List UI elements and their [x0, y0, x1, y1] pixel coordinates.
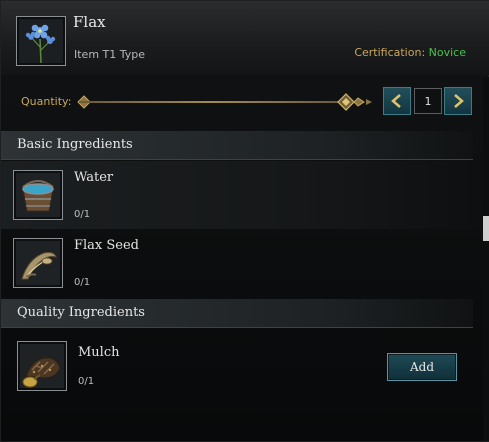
ingredient-row: Water 0/1: [1, 161, 481, 229]
ingredient-row: Flax Seed 0/1: [1, 229, 481, 297]
item-header: Flax Item T1 Type Certification: Novice: [1, 1, 489, 75]
water-bucket-icon: [13, 170, 63, 220]
ingredient-count: 0/1: [74, 277, 91, 288]
ingredient-name: Mulch: [78, 345, 120, 360]
quantity-row: Quantity: 1: [1, 85, 489, 117]
chevron-right-icon: [454, 94, 464, 108]
quantity-label: Quantity:: [21, 95, 72, 108]
decrease-quantity-button[interactable]: [383, 87, 411, 115]
section-title: Quality Ingredients: [17, 305, 145, 320]
crafting-panel: Flax Item T1 Type Certification: Novice …: [0, 0, 489, 442]
item-title: Flax: [73, 13, 106, 31]
scrollbar-track[interactable]: [483, 77, 489, 441]
quantity-input[interactable]: 1: [414, 88, 442, 114]
mulch-icon: [17, 341, 67, 391]
quantity-slider[interactable]: [79, 101, 344, 103]
quality-ingredients-header: Quality Ingredients: [1, 299, 473, 328]
basic-ingredients-header: Basic Ingredients: [1, 131, 473, 160]
ingredient-name: Water: [74, 170, 114, 185]
increase-quantity-button[interactable]: [444, 87, 472, 115]
chevron-left-icon: [391, 94, 401, 108]
item-type: Item T1 Type: [74, 48, 146, 61]
flax-seed-icon: [13, 238, 63, 288]
quantity-slider-handle[interactable]: [336, 92, 376, 112]
certification: Certification: Novice: [354, 46, 466, 59]
section-title: Basic Ingredients: [17, 137, 133, 152]
ingredient-count: 0/1: [74, 209, 91, 220]
ingredient-name: Flax Seed: [74, 238, 140, 253]
scrollbar-thumb[interactable]: [483, 216, 489, 241]
flax-flower-icon: [16, 16, 66, 66]
add-mulch-button[interactable]: Add: [387, 353, 457, 381]
certification-level: Novice: [428, 46, 466, 59]
ingredient-count: 0/1: [78, 376, 95, 387]
certification-label: Certification:: [354, 46, 426, 59]
